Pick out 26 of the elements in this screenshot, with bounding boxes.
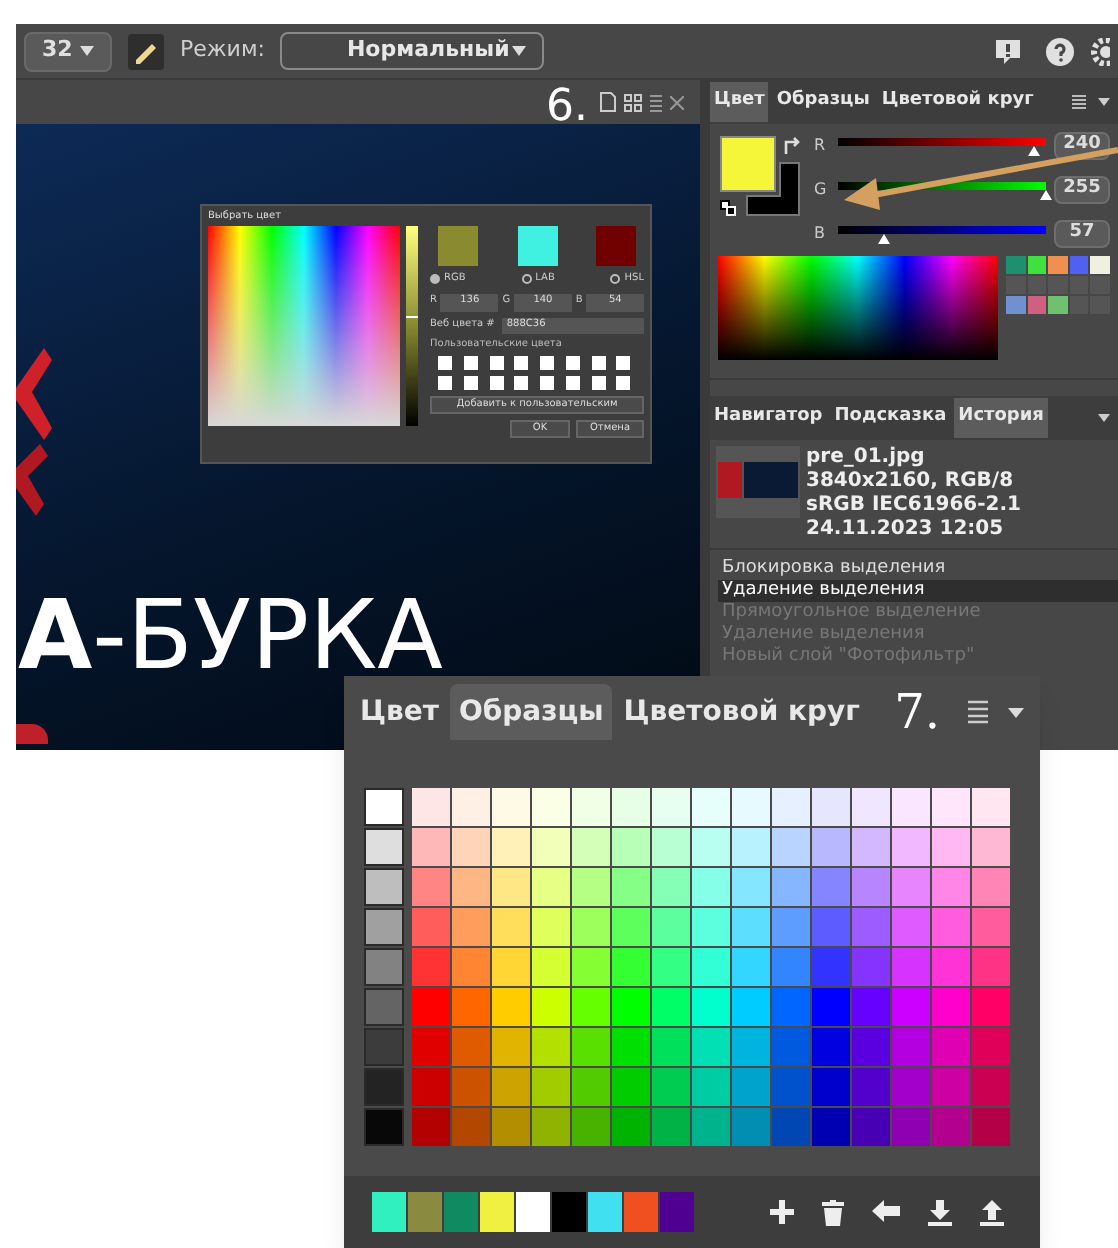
panel-tab[interactable]: Навигатор <box>710 398 827 438</box>
blend-mode-dropdown[interactable]: Нормальный <box>280 32 545 70</box>
file-info-text: pre_01.jpg <box>806 446 927 470</box>
channel-value-field[interactable]: 57 <box>1054 220 1110 248</box>
channel-label: R <box>814 134 828 158</box>
panel-tab[interactable]: Цвет <box>352 684 447 740</box>
channel-value-field[interactable]: 255 <box>1054 176 1110 204</box>
panel-tab[interactable]: Подсказка <box>830 398 951 438</box>
panel-tab[interactable]: Образцы <box>772 82 874 122</box>
file-info-text: 24.11.2023 12:05 <box>806 518 1006 542</box>
mode-label: Режим: <box>180 34 265 67</box>
panel-tab[interactable]: Цвет <box>710 82 769 122</box>
brush-size-dropdown[interactable]: 32 <box>24 31 112 71</box>
panel-tab[interactable]: История <box>954 398 1048 438</box>
channel-label: G <box>814 178 829 202</box>
step-label: 6. <box>546 86 588 130</box>
panel-tab[interactable]: Цветовой круг <box>615 684 868 740</box>
history-item[interactable]: Удаление выделения <box>718 580 1118 602</box>
panel-tab[interactable]: Образцы <box>450 684 612 740</box>
file-info-text: sRGB IEC61966-2.1 <box>806 494 1022 518</box>
history-item[interactable]: Блокировка выделения <box>718 558 1118 580</box>
step-label: 7. <box>894 688 940 736</box>
channel-label: B <box>814 222 827 246</box>
panel-tab[interactable]: Цветовой круг <box>877 82 1038 122</box>
file-info-text: 3840x2160, RGB/8 <box>806 470 1016 494</box>
headline-text: А-БУРКА <box>18 588 444 684</box>
